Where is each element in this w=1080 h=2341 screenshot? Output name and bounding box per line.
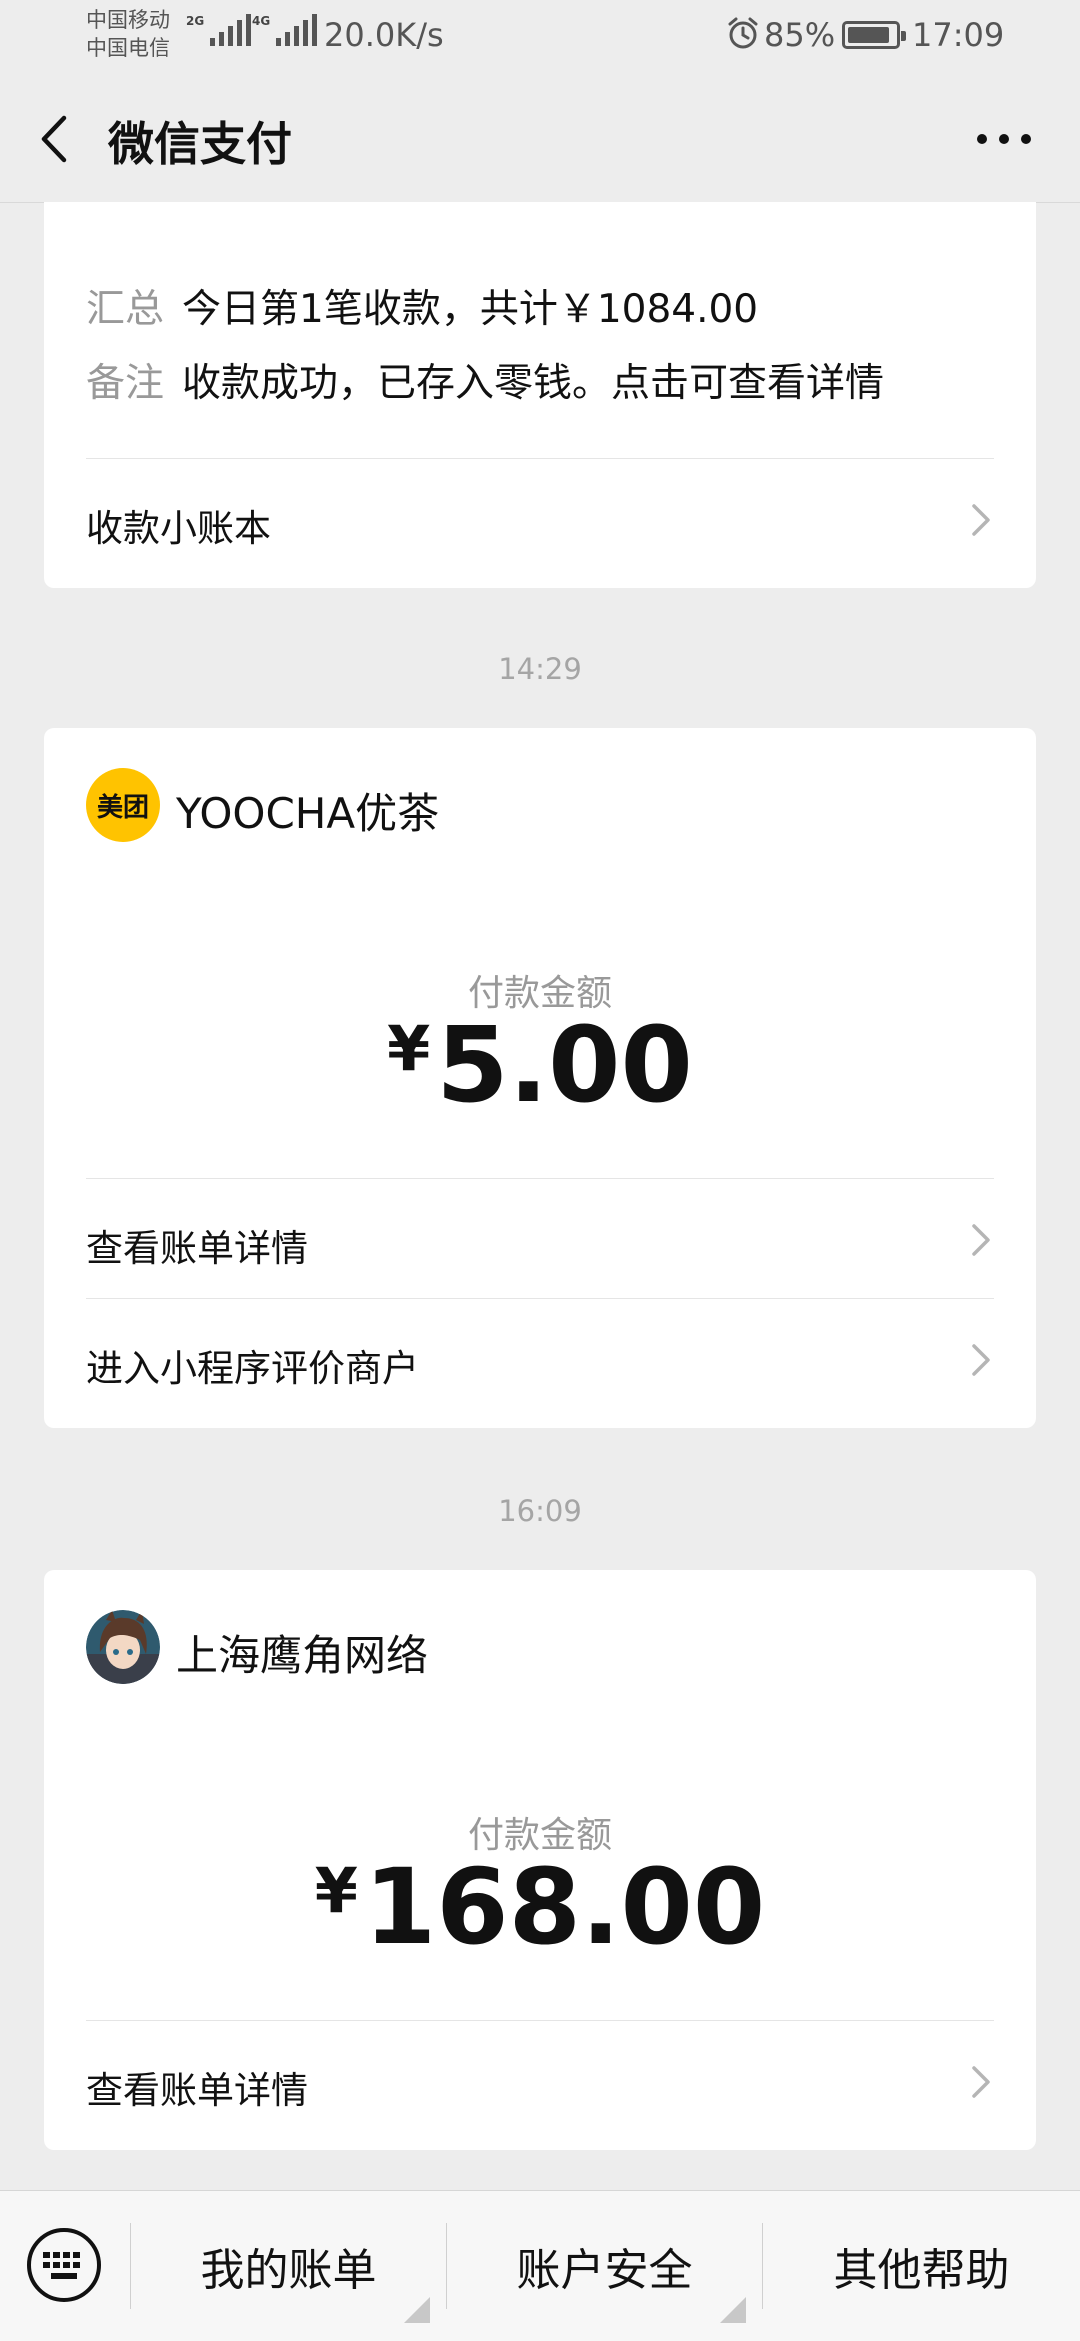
note-value: 收款成功，已存入零钱。点击可查看详情 — [182, 361, 885, 406]
menu-other-help[interactable]: 其他帮助 — [763, 2191, 1080, 2341]
carrier-1: 中国移动 — [86, 8, 170, 32]
bottom-menu: 我的账单 账户安全 其他帮助 — [0, 2190, 1080, 2341]
status-bar: 中国移动 中国电信 2G 4G 20.0K/s 85% 17:09 — [0, 0, 1080, 72]
more-dots-icon[interactable] — [974, 124, 1034, 154]
currency-symbol: ¥ — [314, 1854, 358, 1927]
note-key: 备注 — [86, 361, 165, 406]
status-time: 17:09 — [912, 16, 1005, 54]
summary-row: 汇总 今日第1笔收款，共计￥1084.00 — [86, 278, 758, 334]
message-timestamp: 16:09 — [498, 1494, 582, 1528]
signal-2-tag: 4G — [252, 14, 271, 28]
carrier-labels: 中国移动 中国电信 — [86, 6, 170, 62]
amount-value: 168.00 — [363, 1846, 766, 1968]
rate-merchant-link[interactable]: 进入小程序评价商户 — [44, 1300, 1036, 1420]
nav-bar: 微信支付 — [0, 72, 1080, 203]
signal-4g-icon: 4G — [252, 14, 318, 46]
link-label: 进入小程序评价商户 — [86, 1347, 419, 1390]
payment-card-yoocha[interactable]: 美团 YOOCHA优茶 付款金额 ¥5.00 查看账单详情 进入小程序评价商户 — [44, 728, 1036, 1428]
chevron-right-icon — [972, 504, 990, 536]
battery-icon — [842, 21, 906, 49]
amount-display: ¥5.00 — [44, 1004, 1036, 1126]
menu-my-bills[interactable]: 我的账单 — [131, 2191, 446, 2341]
divider — [86, 458, 994, 459]
summary-value: 今日第1笔收款，共计￥1084.00 — [182, 287, 759, 332]
link-label: 查看账单详情 — [86, 2069, 308, 2112]
network-speed: 20.0K/s — [324, 16, 444, 54]
carrier-2: 中国电信 — [86, 36, 170, 60]
collection-notice-card[interactable]: 汇总 今日第1笔收款，共计￥1084.00 备注 收款成功，已存入零钱。点击可查看详… — [44, 202, 1036, 588]
amount-value: 5.00 — [436, 1004, 693, 1126]
view-bill-link[interactable]: 查看账单详情 — [44, 2022, 1036, 2142]
note-row: 备注 收款成功，已存入零钱。点击可查看详情 — [86, 352, 884, 408]
divider — [86, 2020, 994, 2021]
signal-1-tag: 2G — [186, 14, 205, 28]
currency-symbol: ¥ — [387, 1012, 431, 1085]
collection-ledger-link[interactable]: 收款小账本 — [44, 460, 1036, 580]
battery-percent: 85% — [764, 16, 836, 54]
chevron-right-icon — [972, 1344, 990, 1376]
divider — [86, 1298, 994, 1299]
payment-card-hypergryph[interactable]: 上海鹰角网络 付款金额 ¥168.00 查看账单详情 — [44, 1570, 1036, 2150]
summary-key: 汇总 — [86, 287, 165, 332]
merchant-name: 上海鹰角网络 — [176, 1631, 429, 1680]
message-timestamp: 14:29 — [498, 652, 582, 686]
meituan-logo: 美团 — [86, 768, 160, 842]
amount-display: ¥168.00 — [44, 1846, 1036, 1968]
chevron-right-icon — [972, 1224, 990, 1256]
alarm-icon — [728, 17, 758, 49]
chevron-right-icon — [972, 2066, 990, 2098]
submenu-indicator — [404, 2297, 430, 2323]
keyboard-icon[interactable] — [24, 2225, 104, 2305]
view-bill-link[interactable]: 查看账单详情 — [44, 1180, 1036, 1300]
submenu-indicator — [720, 2297, 746, 2323]
merchant-name: YOOCHA优茶 — [176, 789, 440, 838]
chevron-left-icon[interactable] — [36, 114, 76, 164]
page-title: 微信支付 — [108, 117, 292, 171]
link-label: 收款小账本 — [86, 507, 271, 550]
link-label: 查看账单详情 — [86, 1227, 308, 1270]
divider — [86, 1178, 994, 1179]
signal-2g-icon: 2G — [186, 14, 252, 46]
menu-account-security[interactable]: 账户安全 — [447, 2191, 762, 2341]
merchant-avatar — [86, 1610, 160, 1684]
